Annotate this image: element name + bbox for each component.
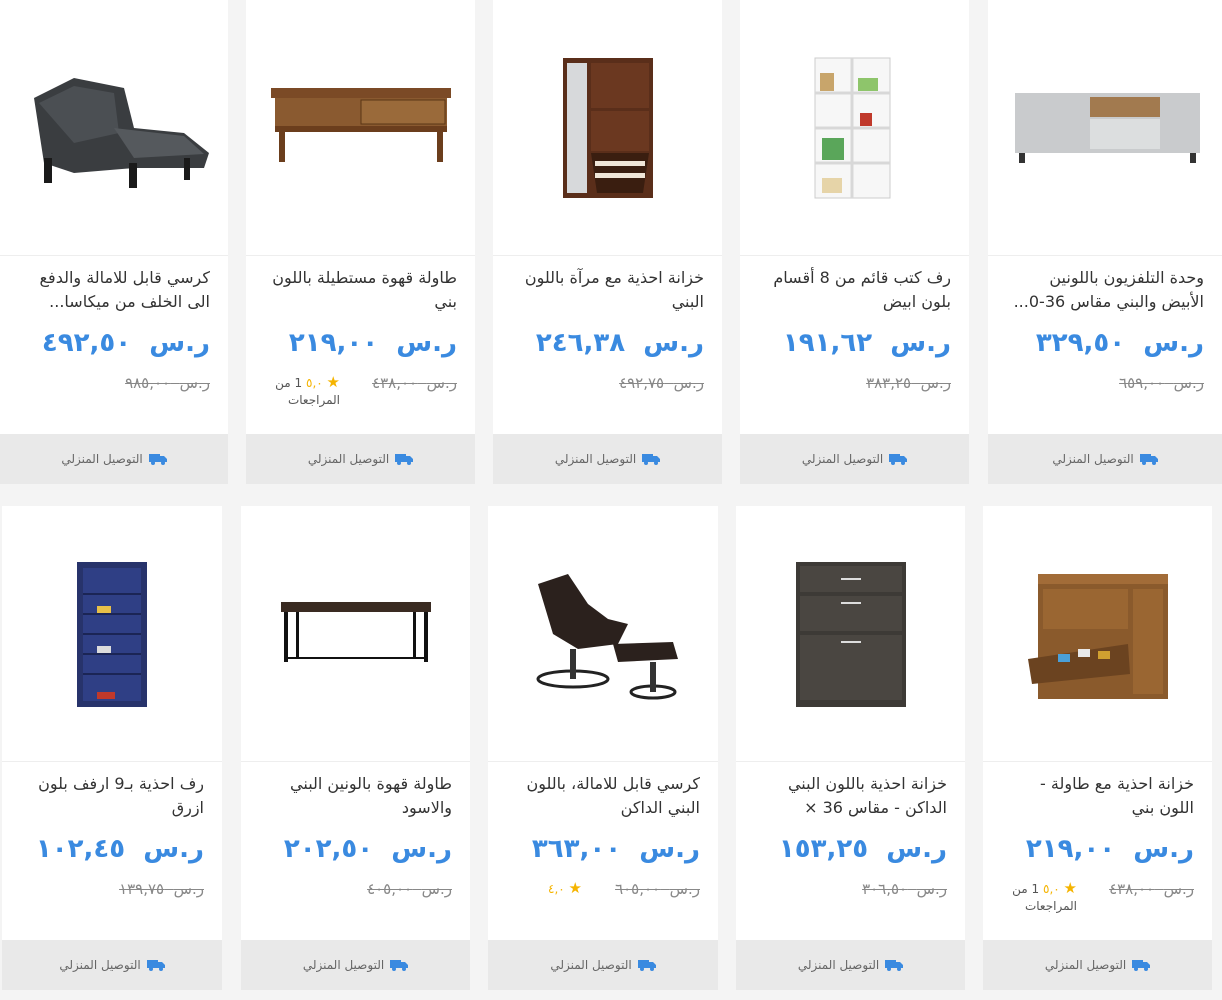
delivery-badge: التوصيل المنزلي <box>736 940 965 990</box>
product-card[interactable]: وحدة التلفزيون باللونين الأبيض والبني مق… <box>988 0 1222 484</box>
product-card[interactable]: خزانة احذية مع طاولة - اللون بني ر.س ٢١٩… <box>983 506 1212 990</box>
product-image[interactable] <box>488 506 718 762</box>
delivery-label: التوصيل المنزلي <box>801 452 884 466</box>
star-icon: ★ <box>326 373 340 391</box>
delivery-badge: التوصيل المنزلي <box>246 434 475 484</box>
delivery-label: التوصيل المنزلي <box>550 958 632 972</box>
product-price: ر.س ٤٩٢,٥٠ <box>41 328 210 358</box>
delivery-label: التوصيل المنزلي <box>307 452 390 466</box>
old-price: ر.س ٤٣٨,٠٠ <box>372 374 457 392</box>
product-card[interactable]: طاولة قهوة مستطيلة باللون بني ر.س ٢١٩,٠٠… <box>246 0 475 484</box>
product-card[interactable]: خزانة احذية مع مرآة باللون البني ر.س ٢٤٦… <box>493 0 722 484</box>
product-title[interactable]: خزانة احذية باللون البني الداكن - مقاس 3… <box>754 772 947 820</box>
product-title[interactable]: كرسي قابل للامالة والدفع الى الخلف من مي… <box>18 266 210 314</box>
delivery-badge: التوصيل المنزلي <box>740 434 969 484</box>
product-image[interactable] <box>493 0 722 256</box>
old-price: ر.س ٤٩٢,٧٥ <box>619 374 704 392</box>
product-card[interactable]: طاولة قهوة بالونين البني والاسود ر.س ٢٠٢… <box>241 506 470 990</box>
product-price: ر.س ٣٢٩,٥٠ <box>1035 328 1204 358</box>
old-price: ر.س ١٣٩,٧٥ <box>119 880 204 898</box>
delivery-badge: التوصيل المنزلي <box>0 434 228 484</box>
delivery-label: التوصيل المنزلي <box>302 958 385 972</box>
old-price: ر.س ٩٨٥,٠٠ <box>125 374 210 392</box>
truck-icon <box>148 453 167 465</box>
truck-icon <box>642 453 661 465</box>
product-title[interactable]: خزانة احذية مع طاولة - اللون بني <box>1001 772 1194 820</box>
product-price: ر.س ٢١٩,٠٠ <box>288 328 457 358</box>
delivery-badge: التوصيل المنزلي <box>2 940 222 990</box>
delivery-badge: التوصيل المنزلي <box>983 940 1212 990</box>
truck-icon <box>390 959 409 971</box>
delivery-label: التوصيل المنزلي <box>554 452 637 466</box>
product-card[interactable]: رف احذية بـ9 ارفف بلون ازرق ر.س ١٠٢,٤٥ ر… <box>2 506 222 990</box>
product-title[interactable]: كرسي قابل للامالة، باللون البني الداكن <box>506 772 700 820</box>
delivery-badge: التوصيل المنزلي <box>988 434 1222 484</box>
delivery-badge: التوصيل المنزلي <box>488 940 718 990</box>
truck-icon <box>637 959 656 971</box>
product-title[interactable]: طاولة قهوة مستطيلة باللون بني <box>264 266 457 314</box>
product-image[interactable] <box>246 0 475 256</box>
product-image[interactable] <box>2 506 222 762</box>
product-card[interactable]: خزانة احذية باللون البني الداكن - مقاس 3… <box>736 506 965 990</box>
old-price: ر.س ٤٠٥,٠٠ <box>367 880 452 898</box>
product-image[interactable] <box>736 506 965 762</box>
delivery-label: التوصيل المنزلي <box>59 958 141 972</box>
old-price: ر.س ٦٠٥,٠٠ <box>615 880 700 898</box>
product-image[interactable] <box>740 0 969 256</box>
product-price: ر.س ٣٦٣,٠٠ <box>531 834 700 864</box>
product-price: ر.س ١٠٢,٤٥ <box>35 834 204 864</box>
product-image[interactable] <box>988 0 1222 256</box>
product-title[interactable]: خزانة احذية مع مرآة باللون البني <box>511 266 704 314</box>
old-price: ر.س ٣٨٣,٢٥ <box>866 374 951 392</box>
product-image[interactable] <box>983 506 1212 762</box>
product-title[interactable]: وحدة التلفزيون باللونين الأبيض والبني مق… <box>1006 266 1204 314</box>
product-card[interactable]: كرسي قابل للامالة، باللون البني الداكن ر… <box>488 506 718 990</box>
old-price: ر.س ٣٠٦,٥٠ <box>862 880 947 898</box>
delivery-label: التوصيل المنزلي <box>1052 452 1134 466</box>
truck-icon <box>395 453 414 465</box>
truck-icon <box>889 453 908 465</box>
product-card[interactable]: رف كتب قائم من 8 أقسام بلون ابيض ر.س ١٩١… <box>740 0 969 484</box>
truck-icon <box>1139 453 1158 465</box>
delivery-badge: التوصيل المنزلي <box>493 434 722 484</box>
delivery-label: التوصيل المنزلي <box>61 452 143 466</box>
product-price: ر.س ١٩١,٦٢ <box>782 328 951 358</box>
truck-icon <box>1132 959 1151 971</box>
product-price: ر.س ١٥٣,٢٥ <box>778 834 947 864</box>
old-price: ر.س ٦٥٩,٠٠ <box>1119 374 1204 392</box>
product-price: ر.س ٢٠٢,٥٠ <box>283 834 452 864</box>
product-price: ر.س ٢١٩,٠٠ <box>1025 834 1194 864</box>
truck-icon <box>885 959 904 971</box>
product-title[interactable]: رف احذية بـ9 ارفف بلون ازرق <box>20 772 204 820</box>
product-rating: ★ ٥,٠ 1 من المراجعات <box>275 373 340 408</box>
product-grid: كرسي قابل للامالة والدفع الى الخلف من مي… <box>0 0 1222 1000</box>
old-price: ر.س ٤٣٨,٠٠ <box>1109 880 1194 898</box>
product-rating: ★ ٥,٠ 1 من المراجعات <box>1012 879 1077 914</box>
delivery-label: التوصيل المنزلي <box>797 958 880 972</box>
product-title[interactable]: طاولة قهوة بالونين البني والاسود <box>259 772 452 820</box>
product-price: ر.س ٢٤٦,٣٨ <box>535 328 704 358</box>
truck-icon <box>146 959 165 971</box>
product-rating: ★ ٤,٠ <box>548 879 582 897</box>
product-image[interactable] <box>241 506 470 762</box>
product-card[interactable]: كرسي قابل للامالة والدفع الى الخلف من مي… <box>0 0 228 484</box>
delivery-badge: التوصيل المنزلي <box>241 940 470 990</box>
star-icon: ★ <box>1063 879 1077 897</box>
product-image[interactable] <box>0 0 228 256</box>
product-title[interactable]: رف كتب قائم من 8 أقسام بلون ابيض <box>758 266 951 314</box>
star-icon: ★ <box>568 879 582 897</box>
delivery-label: التوصيل المنزلي <box>1044 958 1127 972</box>
